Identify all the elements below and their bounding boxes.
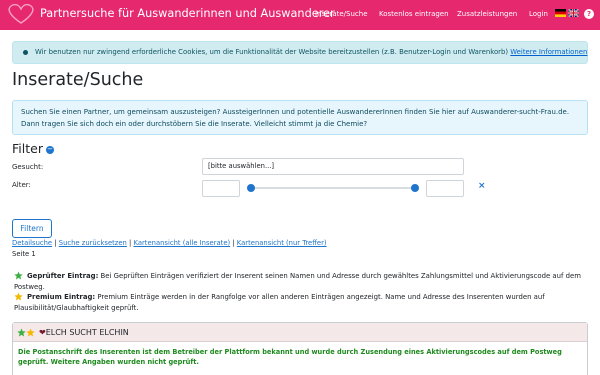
cookie-text: Wir benutzen nur zwingend erforderliche …	[35, 48, 509, 56]
age-max-input[interactable]	[426, 180, 464, 197]
heart-logo-icon[interactable]	[6, 3, 36, 25]
cookie-notice: Wir benutzen nur zwingend erforderliche …	[12, 41, 588, 64]
map-hits-link[interactable]: Kartenansicht (nur Treffer)	[237, 239, 327, 247]
gesucht-select[interactable]: [bitte auswählen...]	[202, 158, 464, 175]
clear-age-icon[interactable]: ×	[478, 181, 486, 191]
reset-search-link[interactable]: Suche zurücksetzen	[59, 239, 127, 247]
verified-legend-title: Geprüfter Eintrag:	[27, 272, 99, 280]
help-icon[interactable]: ?	[584, 9, 594, 19]
link-separator: |	[232, 239, 235, 247]
listing-verified-note: Die Postanschrift des Inserenten ist dem…	[18, 348, 562, 366]
german-flag-icon[interactable]	[555, 9, 566, 17]
premium-legend: Premium Eintrag: Premium Einträge werden…	[14, 292, 584, 313]
detail-search-link[interactable]: Detailsuche	[12, 239, 52, 247]
age-min-input[interactable]	[202, 180, 240, 197]
search-links: Detailsuche | Suche zurücksetzen | Karte…	[12, 239, 327, 247]
verified-legend: Geprüfter Eintrag: Bei Geprüften Einträg…	[14, 271, 584, 292]
age-range-slider[interactable]	[251, 187, 415, 189]
nav-link-inserate[interactable]: Inserate/Suche	[315, 10, 368, 18]
premium-legend-title: Premium Eintrag:	[27, 293, 96, 301]
top-navbar: Partnersuche für Auswanderinnen und Ausw…	[0, 0, 600, 30]
link-separator: |	[54, 239, 57, 247]
filter-heading: Filter	[12, 141, 43, 156]
listing-card[interactable]: ❤ELCH SUCHT ELCHIN Die Postanschrift des…	[12, 322, 588, 375]
gold-star-icon	[26, 328, 35, 337]
age-slider-min-handle[interactable]	[247, 184, 255, 192]
listing-title-text[interactable]: ELCH SUCHT ELCHIN	[46, 328, 129, 337]
page-indicator: Seite 1	[12, 250, 36, 258]
verified-legend-text: Bei Geprüften Einträgen verifiziert der …	[14, 272, 581, 291]
listing-title[interactable]: ❤ELCH SUCHT ELCHIN	[39, 328, 129, 337]
nav-link-login[interactable]: Login	[529, 10, 548, 18]
gesucht-label: Gesucht:	[12, 163, 44, 171]
nav-link-eintragen[interactable]: Kostenlos eintragen	[379, 10, 449, 18]
intro-box: Suchen Sie einen Partner, um gemeinsam a…	[12, 100, 588, 135]
intro-text: Suchen Sie einen Partner, um gemeinsam a…	[21, 108, 570, 128]
collapse-minus-icon[interactable]: −	[46, 146, 54, 154]
brand-title[interactable]: Partnersuche für Auswanderinnen und Ausw…	[40, 7, 335, 20]
link-separator: |	[129, 239, 132, 247]
green-star-icon	[17, 328, 26, 337]
nav-link-zusatzleistungen[interactable]: Zusatzleistungen	[457, 10, 517, 18]
cookie-more-info-link[interactable]: Weitere Informationen	[510, 48, 587, 56]
heart-icon: ❤	[39, 328, 46, 337]
cookie-notice-text: Wir benutzen nur zwingend erforderliche …	[35, 48, 587, 56]
uk-flag-icon[interactable]	[568, 9, 579, 17]
listing-header[interactable]: ❤ELCH SUCHT ELCHIN	[13, 323, 587, 342]
map-all-link[interactable]: Kartenansicht (alle Inserate)	[134, 239, 231, 247]
filter-button[interactable]: Filtern	[12, 219, 52, 238]
page-title: Inserate/Suche	[12, 70, 144, 90]
age-slider-max-handle[interactable]	[411, 184, 419, 192]
alter-label: Alter:	[12, 181, 31, 189]
info-dot-icon	[23, 50, 28, 55]
